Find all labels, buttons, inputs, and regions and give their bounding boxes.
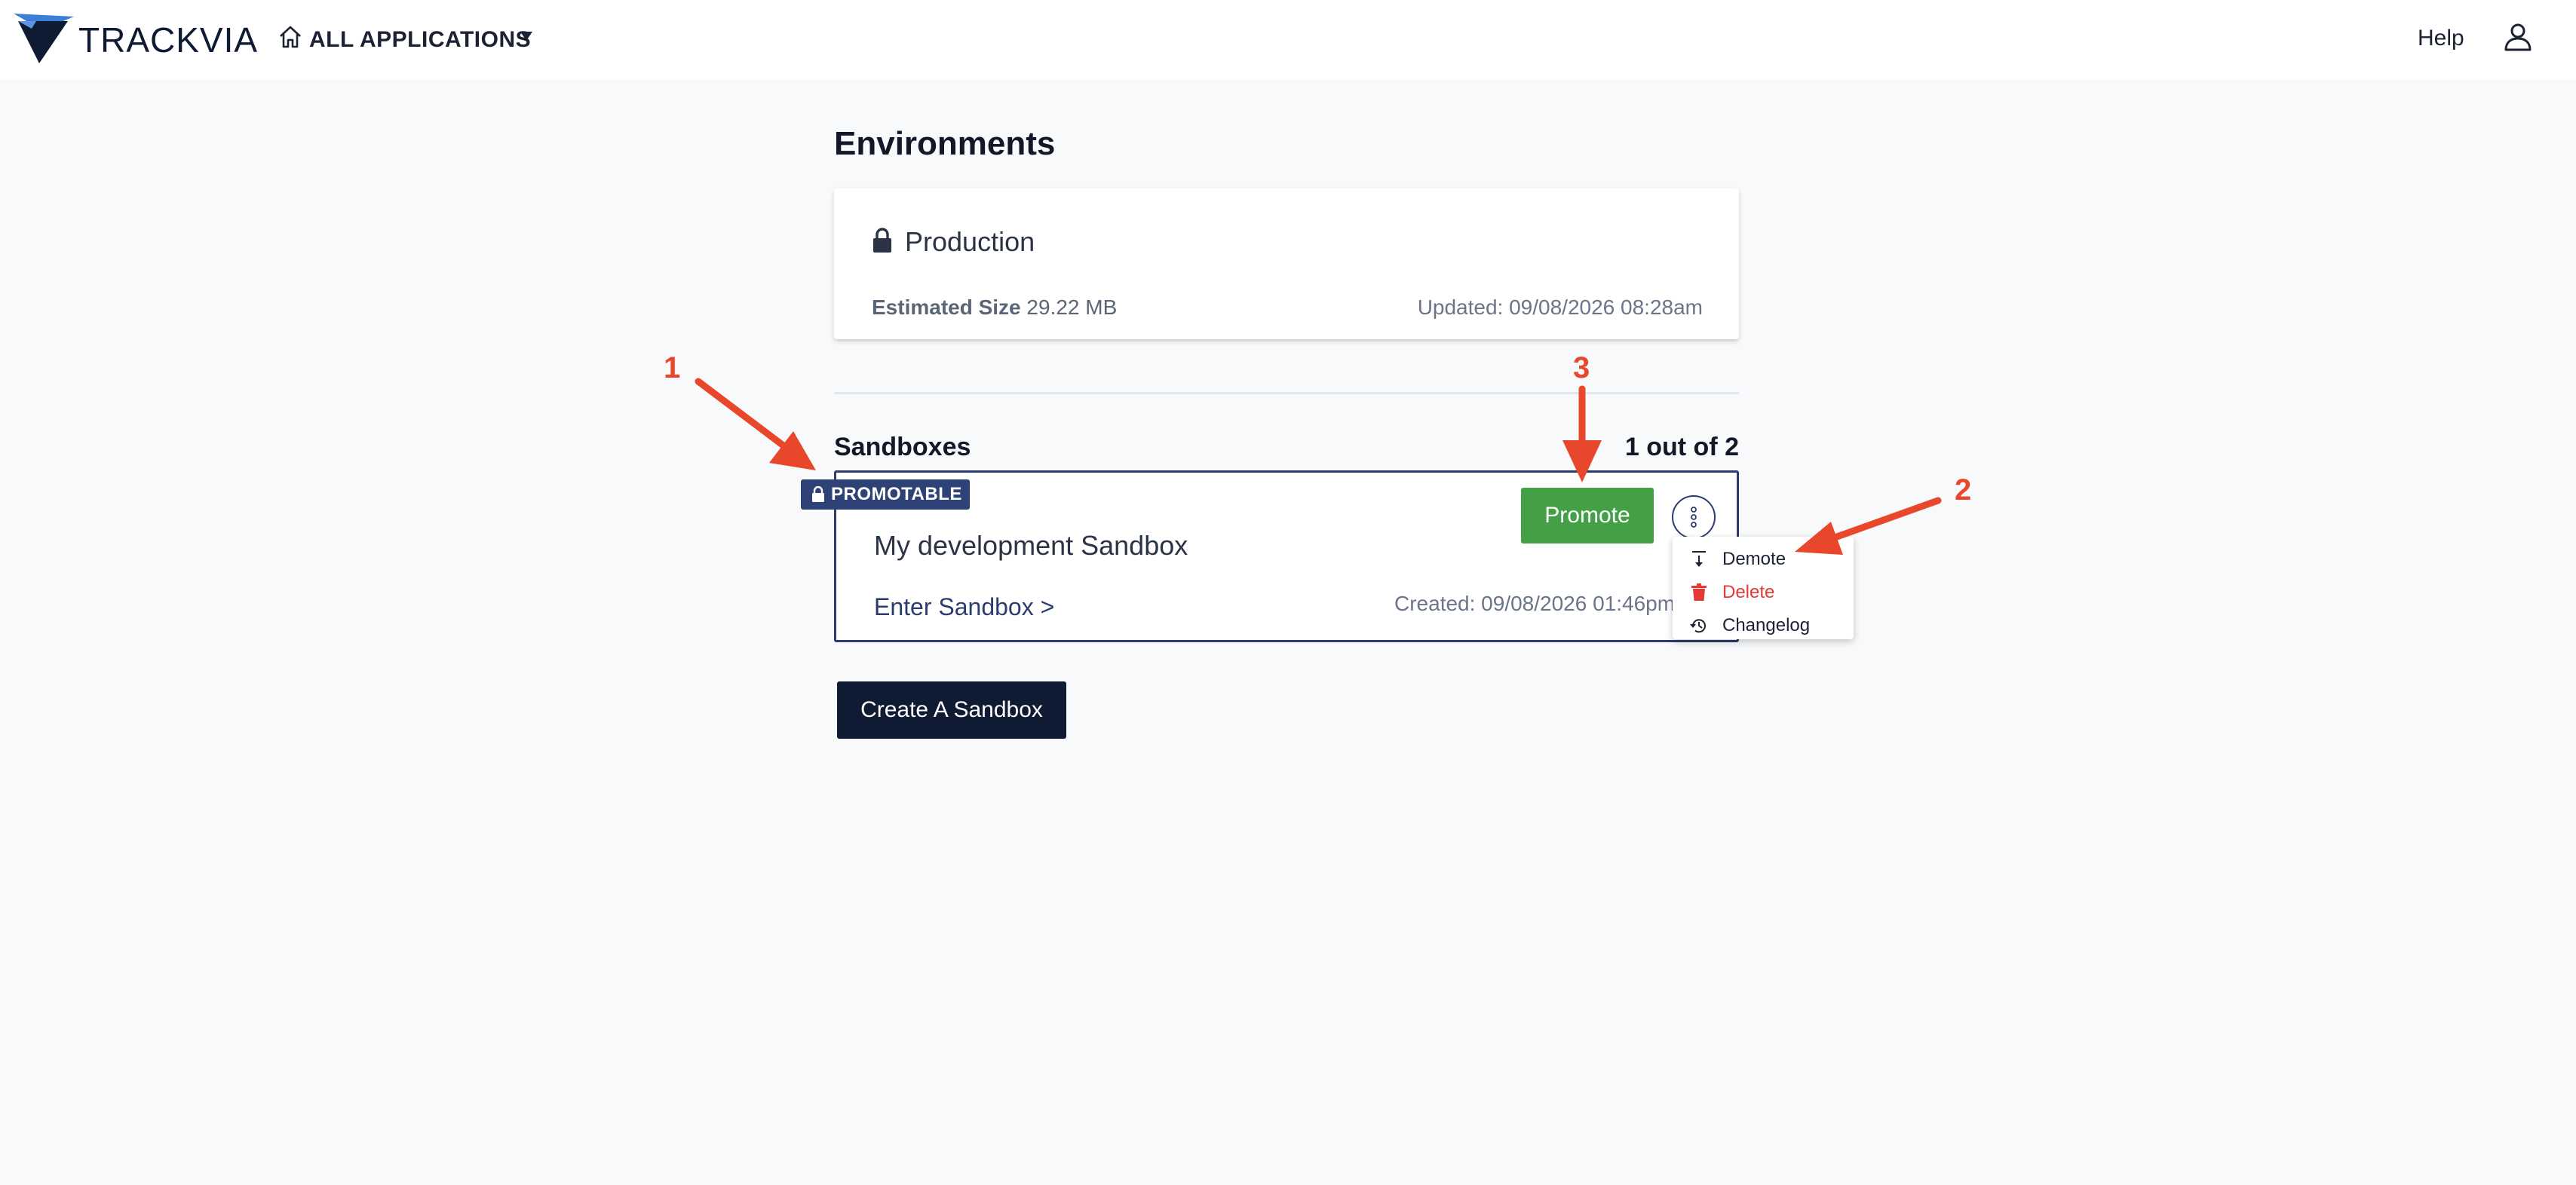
production-updated: Updated: 09/08/2026 08:28am xyxy=(1417,295,1703,319)
help-link[interactable]: Help xyxy=(2418,26,2464,51)
annotation-number-2: 2 xyxy=(1955,473,1972,507)
trackvia-logo-icon[interactable] xyxy=(14,14,74,63)
sandboxes-count: 1 out of 2 xyxy=(1624,433,1739,461)
sandboxes-title: Sandboxes xyxy=(834,433,971,461)
top-bar: TRACKVIA ALL APPLICATIONS Help xyxy=(0,0,2576,80)
annotation-number-3: 3 xyxy=(1573,351,1590,384)
more-options-button[interactable] xyxy=(1672,495,1716,539)
more-vertical-icon xyxy=(1691,507,1697,528)
home-icon[interactable] xyxy=(278,24,303,50)
user-icon[interactable] xyxy=(2502,21,2534,53)
all-applications-menu[interactable]: ALL APPLICATIONS xyxy=(309,27,531,53)
history-icon xyxy=(1690,619,1706,633)
brand-name[interactable]: TRACKVIA xyxy=(78,20,258,60)
sandbox-options-menu: Demote Delete Changelog xyxy=(1673,537,1854,639)
estimated-size: Estimated Size 29.22 MB xyxy=(872,295,1117,320)
annotation-arrowhead-1 xyxy=(769,431,816,470)
caret-down-icon[interactable] xyxy=(519,29,534,44)
production-card[interactable]: Production Estimated Size 29.22 MB Updat… xyxy=(834,188,1739,339)
section-divider xyxy=(834,392,1739,394)
menu-item-changelog[interactable]: Changelog xyxy=(1673,609,1854,642)
annotation-number-1: 1 xyxy=(664,351,681,384)
estimated-size-value: 29.22 MB xyxy=(1026,295,1118,319)
promote-button[interactable]: Promote xyxy=(1521,488,1654,544)
menu-item-label: Changelog xyxy=(1722,615,1811,635)
promotable-badge-label: PROMOTABLE xyxy=(831,484,962,504)
menu-item-delete[interactable]: Delete xyxy=(1673,576,1854,609)
trash-icon xyxy=(1691,583,1707,601)
production-name: Production xyxy=(905,226,1035,257)
menu-item-label: Delete xyxy=(1722,582,1775,602)
enter-sandbox-link[interactable]: Enter Sandbox > xyxy=(874,593,1054,621)
estimated-size-label: Estimated Size xyxy=(872,295,1021,319)
menu-item-demote[interactable]: Demote xyxy=(1673,543,1854,576)
sandbox-created: Created: 09/08/2026 01:46pm xyxy=(1394,592,1676,615)
annotation-arrow-1 xyxy=(695,378,788,450)
lock-icon xyxy=(812,486,824,502)
sandbox-card[interactable]: My development Sandbox Enter Sandbox > C… xyxy=(834,470,1739,642)
promotable-badge: PROMOTABLE xyxy=(801,479,970,510)
create-sandbox-button[interactable]: Create A Sandbox xyxy=(837,681,1066,739)
environments-title: Environments xyxy=(834,125,1056,162)
menu-item-label: Demote xyxy=(1722,549,1786,569)
annotation-arrow-2 xyxy=(1833,497,1942,540)
sandbox-name: My development Sandbox xyxy=(874,530,1188,561)
lock-icon xyxy=(873,228,891,253)
demote-icon xyxy=(1692,551,1706,567)
